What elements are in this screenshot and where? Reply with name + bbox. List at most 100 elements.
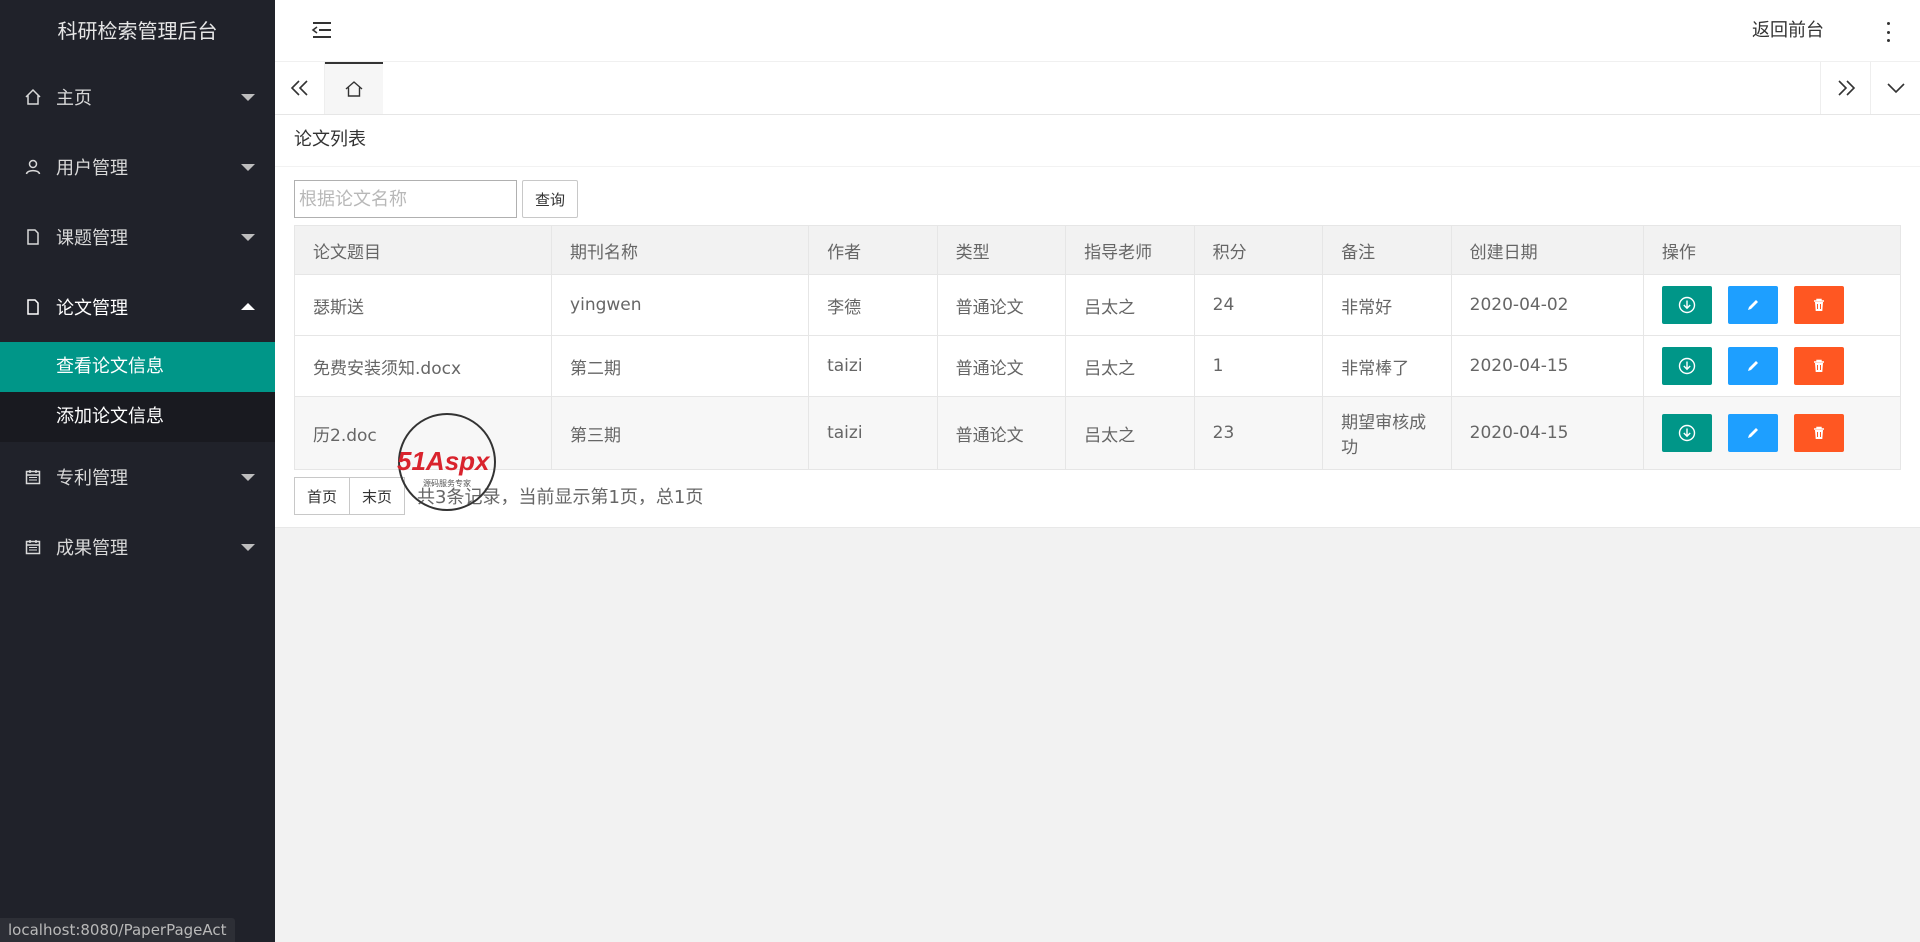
sidebar: 科研检索管理后台 主页 用户管理 课题管理 论文管理 查看论文信息 添加论文信息 (0, 0, 275, 942)
file-icon (24, 298, 42, 316)
column-header: 论文题目 (293, 225, 553, 275)
chevron-down-icon (241, 164, 255, 171)
cell-title: 瑟斯送 (293, 274, 553, 336)
edit-button[interactable] (1727, 414, 1778, 452)
cell-journal: 第二期 (551, 335, 810, 397)
tab-scroll-right-icon[interactable] (1820, 62, 1870, 114)
sidebar-item-patents[interactable]: 专利管理 (0, 442, 275, 512)
delete-icon (1813, 426, 1824, 439)
delete-button[interactable] (1793, 286, 1844, 324)
cell-type: 普通论文 (936, 396, 1067, 470)
search-bar: 查询 (294, 180, 578, 218)
calendar-icon (24, 468, 42, 486)
pagination-info: 共3条记录，当前显示第1页，总1页 (417, 487, 704, 508)
cell-remark: 期望审核成功 (1322, 396, 1452, 470)
cell-title: 免费安装须知.docx (293, 335, 553, 397)
cell-type: 普通论文 (936, 335, 1067, 397)
download-button[interactable] (1661, 286, 1712, 324)
table-row: 免费安装须知.docx 第二期 taizi 普通论文 吕太之 1 非常棒了 20… (293, 335, 1902, 397)
cell-type: 普通论文 (936, 274, 1067, 336)
download-icon (1678, 357, 1696, 375)
tab-menu-chevron-down-icon[interactable] (1870, 62, 1920, 114)
table-row: 历2.doc 第三期 taizi 普通论文 吕太之 23 期望审核成功 2020… (293, 396, 1902, 470)
column-header: 积分 (1193, 225, 1324, 275)
last-page-button[interactable]: 末页 (350, 477, 406, 515)
sidebar-subitem-add-paper[interactable]: 添加论文信息 (0, 392, 275, 442)
column-header: 指导老师 (1065, 225, 1195, 275)
edit-icon (1747, 428, 1758, 438)
column-header: 备注 (1322, 225, 1452, 275)
home-icon (345, 81, 363, 97)
cell-advisor: 吕太之 (1065, 274, 1195, 336)
tab-scroll-left-icon[interactable] (275, 62, 325, 114)
cell-created-date: 2020-04-15 (1450, 396, 1644, 470)
sidebar-item-topics[interactable]: 课题管理 (0, 202, 275, 272)
cell-score: 1 (1193, 335, 1324, 397)
pagination: 首页 末页 共3条记录，当前显示第1页，总1页 (294, 477, 703, 515)
search-button[interactable]: 查询 (522, 180, 578, 218)
cell-advisor: 吕太之 (1065, 396, 1195, 470)
column-header: 创建日期 (1450, 225, 1644, 275)
cell-journal: 第三期 (551, 396, 810, 470)
delete-button[interactable] (1793, 347, 1844, 385)
cell-actions (1642, 396, 1902, 470)
sidebar-item-label: 论文管理 (56, 298, 128, 319)
chevron-down-icon (241, 474, 255, 481)
cell-actions (1642, 274, 1902, 336)
cell-author: taizi (808, 396, 938, 470)
sidebar-item-label: 专利管理 (56, 468, 128, 489)
edit-button[interactable] (1727, 286, 1778, 324)
column-header: 期刊名称 (551, 225, 810, 275)
column-header: 作者 (808, 225, 938, 275)
card-title: 论文列表 (275, 115, 1920, 167)
back-to-frontend-link[interactable]: 返回前台 (1752, 0, 1824, 62)
edit-button[interactable] (1727, 347, 1778, 385)
sidebar-item-home[interactable]: 主页 (0, 62, 275, 132)
column-header: 操作 (1642, 225, 1902, 275)
chevron-down-icon (241, 94, 255, 101)
sidebar-item-users[interactable]: 用户管理 (0, 132, 275, 202)
home-icon (24, 88, 42, 106)
calendar-icon (24, 538, 42, 556)
delete-button[interactable] (1793, 414, 1844, 452)
file-icon (24, 228, 42, 246)
cell-author: 李德 (808, 274, 938, 336)
chevron-down-icon (241, 544, 255, 551)
column-header: 类型 (936, 225, 1067, 275)
download-button[interactable] (1661, 414, 1712, 452)
sidebar-subitem-view-papers[interactable]: 查看论文信息 (0, 342, 275, 392)
cell-remark: 非常棒了 (1322, 335, 1452, 397)
cell-score: 23 (1193, 396, 1324, 470)
cell-actions (1642, 335, 1902, 397)
chevron-down-icon (241, 234, 255, 241)
top-header: 返回前台 (275, 0, 1920, 62)
sidebar-item-papers[interactable]: 论文管理 (0, 272, 275, 342)
edit-icon (1747, 361, 1758, 371)
edit-icon (1747, 300, 1758, 310)
download-icon (1678, 296, 1696, 314)
cell-created-date: 2020-04-15 (1450, 335, 1644, 397)
cell-advisor: 吕太之 (1065, 335, 1195, 397)
table-row: 瑟斯送 yingwen 李德 普通论文 吕太之 24 非常好 2020-04-0… (293, 274, 1902, 336)
cell-title: 历2.doc (293, 396, 553, 470)
first-page-button[interactable]: 首页 (294, 477, 351, 515)
tab-bar (275, 62, 1920, 115)
paper-name-search-input[interactable] (294, 180, 517, 218)
cell-score: 24 (1193, 274, 1324, 336)
table-header-row: 论文题目 期刊名称 作者 类型 指导老师 积分 备注 创建日期 操作 (293, 225, 1902, 275)
cell-remark: 非常好 (1322, 274, 1452, 336)
download-button[interactable] (1661, 347, 1712, 385)
sidebar-item-label: 用户管理 (56, 158, 128, 179)
cell-journal: yingwen (551, 274, 810, 336)
menu-toggle-icon[interactable] (311, 20, 333, 40)
sidebar-item-achievements[interactable]: 成果管理 (0, 512, 275, 582)
user-icon (24, 158, 42, 176)
chevron-up-icon (241, 303, 255, 310)
tab-home[interactable] (325, 62, 383, 114)
more-vertical-icon[interactable] (1884, 22, 1892, 42)
paper-list-card: 论文列表 查询 论文题目 期刊名称 作者 类型 指导老师 积分 备注 创建日期 … (275, 115, 1920, 528)
sidebar-item-label: 成果管理 (56, 538, 128, 559)
delete-icon (1813, 359, 1824, 372)
cell-author: taizi (808, 335, 938, 397)
cell-created-date: 2020-04-02 (1450, 274, 1644, 336)
